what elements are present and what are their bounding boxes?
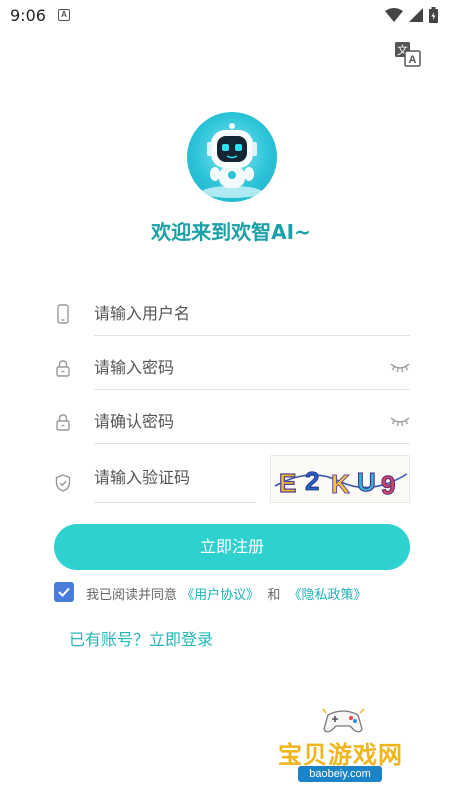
- eye-closed-icon[interactable]: [390, 415, 410, 427]
- status-bar: 9:06 A: [0, 0, 450, 32]
- watermark-title: 宝贝游戏网: [278, 741, 403, 769]
- shield-icon: [55, 474, 71, 492]
- password-row: [54, 346, 410, 390]
- login-link[interactable]: 已有账号？立即登录: [69, 626, 213, 650]
- svg-text:U: U: [357, 467, 376, 497]
- password-field-wrap: [94, 346, 410, 390]
- eye-closed-icon[interactable]: [390, 361, 410, 373]
- password-input[interactable]: [94, 346, 374, 388]
- agreement-checkbox[interactable]: [54, 582, 74, 602]
- svg-text:2: 2: [305, 466, 319, 496]
- svg-text:E: E: [279, 468, 296, 498]
- lock-icon: [56, 360, 70, 377]
- agreement-and: 和: [267, 588, 281, 603]
- phone-icon: [57, 304, 69, 324]
- confirm-password-row: [54, 400, 410, 444]
- username-row: [54, 292, 410, 336]
- wifi-icon: [385, 8, 403, 22]
- agreement-text: 我已阅读并同意 《用户协议》 和 《隐私政策》: [86, 584, 366, 603]
- svg-text:A: A: [409, 54, 417, 66]
- svg-text:K: K: [331, 469, 350, 499]
- user-agreement-link[interactable]: 《用户协议》: [181, 588, 259, 603]
- robot-logo-icon: [202, 123, 262, 198]
- username-field-wrap: [94, 292, 410, 336]
- app-logo: [187, 112, 277, 202]
- agreement-row: 我已阅读并同意 《用户协议》 和 《隐私政策》: [54, 582, 424, 604]
- username-input[interactable]: [94, 292, 374, 334]
- welcome-title: 欢迎来到欢智AI~: [151, 220, 311, 244]
- checkmark-icon: [58, 587, 70, 597]
- status-icons: [385, 7, 438, 23]
- cell-signal-icon: [409, 8, 423, 22]
- captcha-graphic: E 2 K U 9: [274, 466, 408, 501]
- translate-icon[interactable]: 文 A: [394, 40, 422, 68]
- watermark: 宝贝游戏网 baobeiy.com: [268, 705, 418, 795]
- captcha-field-wrap: [94, 455, 374, 503]
- agreement-prefix: 我已阅读并同意: [86, 588, 178, 603]
- svg-text:9: 9: [381, 470, 395, 500]
- captcha-row: E 2 K U 9: [54, 455, 410, 503]
- watermark-url: baobeiy.com: [298, 766, 382, 782]
- status-time: 9:06: [10, 6, 46, 25]
- notification-icon: A: [58, 9, 70, 21]
- captcha-image[interactable]: E 2 K U 9: [270, 455, 410, 503]
- confirm-password-input[interactable]: [94, 400, 374, 442]
- gamepad-icon: [322, 708, 365, 733]
- privacy-policy-link[interactable]: 《隐私政策》: [288, 588, 366, 603]
- battery-icon: [429, 7, 438, 23]
- confirm-password-field-wrap: [94, 400, 410, 444]
- lock-icon: [56, 414, 70, 431]
- register-button[interactable]: 立即注册: [54, 524, 410, 570]
